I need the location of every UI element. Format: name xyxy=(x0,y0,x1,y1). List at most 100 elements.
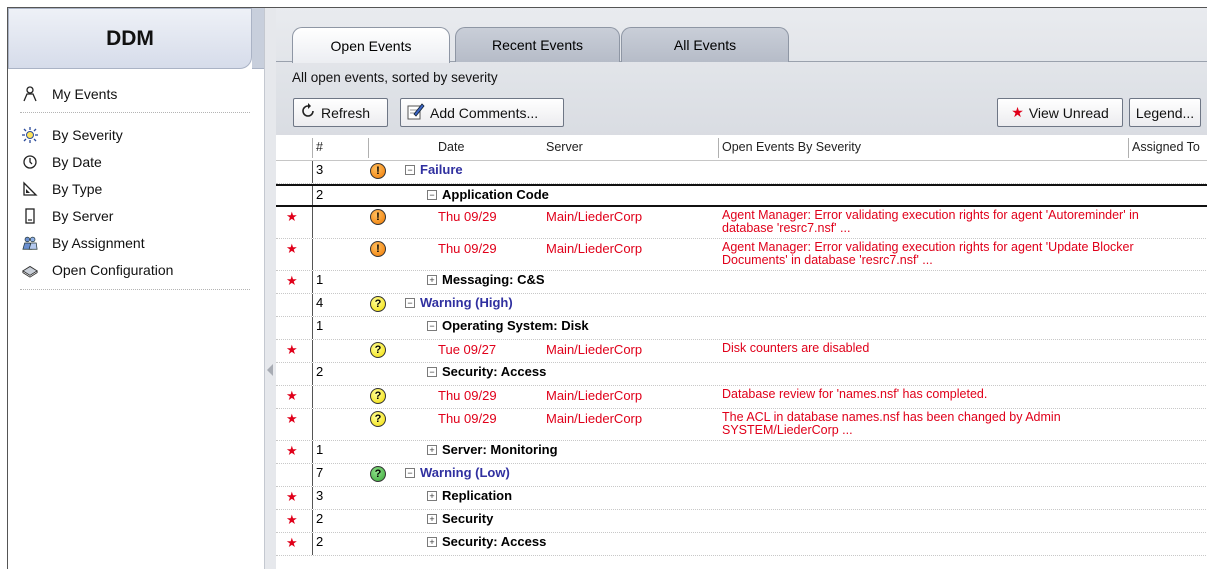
collapse-icon[interactable]: − xyxy=(405,165,415,175)
edit-pencil-icon xyxy=(407,102,425,123)
sidebar-item-by-date[interactable]: By Date xyxy=(22,151,102,173)
type-category-row[interactable]: ★ 2 + Security xyxy=(276,510,1207,533)
event-date: Thu 09/29 xyxy=(438,411,497,426)
unread-star-icon: ★ xyxy=(286,388,298,403)
unread-star-icon: ★ xyxy=(286,489,298,504)
category-label: Warning (High) xyxy=(420,295,513,310)
column-header-server[interactable]: Server xyxy=(546,140,583,154)
category-label: Server: Monitoring xyxy=(442,442,558,457)
unread-star-icon: ★ xyxy=(286,241,298,256)
column-header-date[interactable]: Date xyxy=(438,140,464,154)
row-count: 2 xyxy=(316,364,324,379)
expand-icon[interactable]: + xyxy=(427,445,437,455)
event-date: Thu 09/29 xyxy=(438,241,497,256)
sidebar-item-my-events[interactable]: My Events xyxy=(22,83,117,105)
column-header-assigned[interactable]: Assigned To xyxy=(1132,140,1200,154)
category-label: Messaging: C&S xyxy=(442,272,545,287)
tab-open-events[interactable]: Open Events xyxy=(292,27,450,63)
severity-category-row[interactable]: 3! − Failure xyxy=(276,161,1207,184)
event-server: Main/LiederCorp xyxy=(546,209,643,224)
type-category-row[interactable]: ★ 2 + Security: Access xyxy=(276,533,1207,556)
type-category-row[interactable]: ★ 3 + Replication xyxy=(276,487,1207,510)
type-category-row[interactable]: ★ 1 + Messaging: C&S xyxy=(276,271,1207,294)
event-row[interactable]: ★? Thu 09/29 Main/LiederCorp Database revie… xyxy=(276,386,1207,409)
sidebar-title: DDM xyxy=(8,8,252,69)
sidebar-item-label: By Type xyxy=(52,181,103,197)
severity-category-row[interactable]: 4? − Warning (High) xyxy=(276,294,1207,317)
collapse-icon[interactable]: − xyxy=(405,298,415,308)
view-description: All open events, sorted by severity xyxy=(292,70,498,85)
event-date: Thu 09/29 xyxy=(438,388,497,403)
sidebar-item-by-severity[interactable]: By Severity xyxy=(22,124,123,146)
expand-icon[interactable]: + xyxy=(427,514,437,524)
severity-icon xyxy=(22,127,38,143)
tab-recent-events[interactable]: Recent Events xyxy=(455,27,620,62)
tab-label: Recent Events xyxy=(491,37,584,53)
event-message: Agent Manager: Error validating executio… xyxy=(722,240,1134,267)
type-category-row[interactable]: 1 − Operating System: Disk xyxy=(276,317,1207,340)
sidebar-item-by-type[interactable]: By Type xyxy=(22,178,102,200)
sidebar: DDM My Events By Severity By Date By Typ… xyxy=(8,8,264,569)
sidebar-item-by-server[interactable]: By Server xyxy=(22,205,113,227)
warning-high-icon: ? xyxy=(370,296,386,312)
type-category-row[interactable]: ★ 1 + Server: Monitoring xyxy=(276,441,1207,464)
people-icon xyxy=(22,235,38,251)
category-label: Security: Access xyxy=(442,364,547,379)
expand-icon[interactable]: + xyxy=(427,491,437,501)
sidebar-divider xyxy=(20,289,250,290)
event-server: Main/LiederCorp xyxy=(546,342,643,357)
event-row[interactable]: ★? Thu 09/29 Main/LiederCorp The ACL in dat… xyxy=(276,409,1207,441)
category-label: Operating System: Disk xyxy=(442,318,589,333)
row-count: 2 xyxy=(316,534,324,549)
refresh-button[interactable]: Refresh xyxy=(293,98,388,127)
event-row[interactable]: ★? Tue 09/27 Main/LiederCorp Disk counters … xyxy=(276,340,1207,363)
main-pane: Open Events Recent Events All Events All… xyxy=(276,8,1207,569)
unread-star-icon: ★ xyxy=(286,411,298,426)
category-label: Application Code xyxy=(442,187,549,202)
event-row[interactable]: ★! Thu 09/29 Main/LiederCorp Agent Manager:… xyxy=(276,207,1207,239)
events-grid: # Date Server Open Events By Severity As… xyxy=(276,135,1207,569)
pane-splitter[interactable] xyxy=(264,8,276,569)
column-header-count[interactable]: # xyxy=(316,140,323,154)
event-server: Main/LiederCorp xyxy=(546,388,643,403)
column-header-summary[interactable]: Open Events By Severity xyxy=(722,140,861,154)
sidebar-item-by-assignment[interactable]: By Assignment xyxy=(22,232,145,254)
type-category-row[interactable]: 2 − Application Code xyxy=(276,184,1207,207)
collapse-icon[interactable]: − xyxy=(427,367,437,377)
category-label: Failure xyxy=(420,162,463,177)
expand-icon[interactable]: + xyxy=(427,275,437,285)
add-comments-button[interactable]: Add Comments... xyxy=(400,98,564,127)
collapse-icon[interactable]: − xyxy=(427,321,437,331)
refresh-icon xyxy=(300,103,316,122)
tab-label: All Events xyxy=(673,37,737,53)
unread-star-icon: ★ xyxy=(286,443,298,458)
unread-star-icon: ★ xyxy=(286,209,298,224)
tab-label: Open Events xyxy=(330,37,412,54)
view-unread-button[interactable]: ★ View Unread xyxy=(997,98,1123,127)
collapse-icon[interactable]: − xyxy=(427,190,437,200)
event-server: Main/LiederCorp xyxy=(546,241,643,256)
category-label: Security: Access xyxy=(442,534,547,549)
sidebar-item-label: By Date xyxy=(52,154,102,170)
severity-category-row[interactable]: 7? − Warning (Low) xyxy=(276,464,1207,487)
category-label: Security xyxy=(442,511,494,526)
collapse-arrow-icon[interactable] xyxy=(267,364,273,376)
unread-star-icon: ★ xyxy=(286,342,298,357)
expand-icon[interactable]: + xyxy=(427,537,437,547)
type-category-row[interactable]: 2 − Security: Access xyxy=(276,363,1207,386)
warning-high-icon: ? xyxy=(370,342,386,358)
legend-button[interactable]: Legend... xyxy=(1129,98,1201,127)
unread-star-icon: ★ xyxy=(286,512,298,527)
event-date: Tue 09/27 xyxy=(438,342,497,357)
sidebar-divider xyxy=(20,112,250,113)
tab-all-events[interactable]: All Events xyxy=(621,27,789,62)
row-count: 1 xyxy=(316,318,324,333)
server-icon xyxy=(22,208,38,224)
event-row[interactable]: ★! Thu 09/29 Main/LiederCorp Agent Manager:… xyxy=(276,239,1207,271)
collapse-icon[interactable]: − xyxy=(405,468,415,478)
row-count: 3 xyxy=(316,488,324,503)
warning-high-icon: ? xyxy=(370,388,386,404)
sidebar-item-open-configuration[interactable]: Open Configuration xyxy=(22,259,173,281)
grid-header: # Date Server Open Events By Severity As… xyxy=(276,135,1207,161)
unread-star-icon: ★ xyxy=(286,535,298,550)
